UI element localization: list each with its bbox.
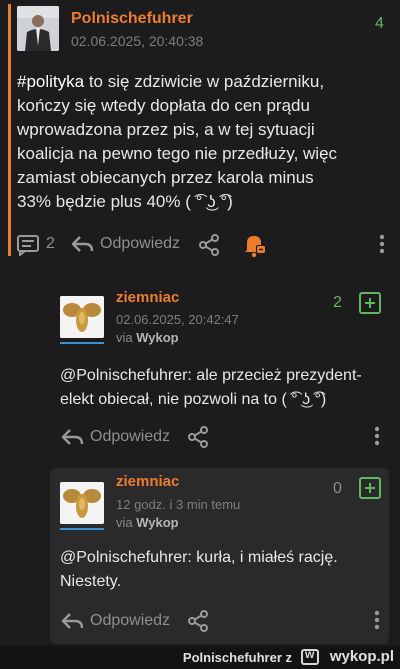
share-icon[interactable]: [186, 425, 210, 449]
post-body-line: kończy się wtedy dopłata do cen prądu: [17, 96, 310, 115]
more-vertical-icon[interactable]: [378, 234, 386, 254]
reply-author[interactable]: ziemniac: [116, 289, 179, 306]
post-author[interactable]: Polnischefuhrer: [71, 10, 193, 28]
reply-body: @Polnischefuhrer: ale przecież prezydent…: [60, 364, 390, 412]
author-avatar[interactable]: [17, 6, 59, 51]
share-icon[interactable]: [186, 609, 210, 633]
reply-body-line: elekt obiecał, nie pozwoli na to ( ͡° ͜ʖ…: [60, 391, 327, 408]
post-body: #polityka to się zdziwicie w październik…: [17, 70, 392, 214]
reply-body: @Polnischefuhrer: kurła, i miałeś rację.…: [60, 546, 385, 594]
more-vertical-icon[interactable]: [373, 426, 381, 446]
reply-comment-highlighted: ziemniac 12 godz. i 3 min temu via Wykop…: [50, 468, 389, 644]
reply-body-line: Niestety.: [60, 573, 122, 590]
reply-score: 0: [333, 480, 342, 497]
comment-count[interactable]: 2: [46, 235, 55, 253]
reply-author[interactable]: ziemniac: [116, 473, 179, 490]
main-post: Polnischefuhrer 02.06.2025, 20:40:38 4 #…: [0, 0, 400, 258]
reply-arrow-icon[interactable]: [60, 610, 84, 632]
reply-arrow-icon[interactable]: [60, 426, 84, 448]
footer-username: Polnischefuhrer z: [182, 650, 292, 665]
more-vertical-icon[interactable]: [373, 610, 381, 630]
reply-body-line: @Polnischefuhrer: ale przecież prezydent…: [60, 367, 362, 384]
upvote-plus-button[interactable]: [359, 477, 381, 499]
reply-avatar[interactable]: [60, 296, 104, 338]
reply-button[interactable]: Odpowiedz: [100, 235, 180, 253]
upvote-plus-button[interactable]: [359, 292, 381, 314]
post-body-line: #polityka to się zdziwicie w październik…: [17, 72, 325, 91]
reply-via: via Wykop: [116, 330, 179, 345]
reply-avatar[interactable]: [60, 482, 104, 524]
wykop-logo-icon: [301, 647, 319, 665]
footer-site: wykop.pl: [329, 648, 394, 665]
reply-button[interactable]: Odpowiedz: [90, 428, 170, 446]
reply-comment: ziemniac 02.06.2025, 20:42:47 via Wykop …: [0, 258, 400, 466]
share-icon[interactable]: [197, 233, 221, 257]
avatar-status-line: [60, 342, 104, 344]
post-date: 02.06.2025, 20:40:38: [71, 33, 204, 49]
post-score: 4: [375, 15, 384, 32]
reply-date: 12 godz. i 3 min temu: [116, 497, 241, 512]
bell-notification-icon[interactable]: [243, 232, 267, 258]
reply-date: 02.06.2025, 20:42:47: [116, 312, 239, 327]
avatar-status-line: [60, 528, 104, 530]
reply-body-line: @Polnischefuhrer: kurła, i miałeś rację.: [60, 549, 338, 566]
comments-icon[interactable]: [16, 234, 40, 256]
reply-score: 2: [333, 294, 342, 311]
post-body-line: 33% będzie plus 40% ( ͡° ͜ʖ ͡°): [17, 192, 233, 211]
reply-button[interactable]: Odpowiedz: [90, 612, 170, 630]
watermark-footer: Polnischefuhrer z wykop.pl: [0, 646, 400, 669]
reply-arrow-icon[interactable]: [70, 233, 94, 255]
tag-link[interactable]: #polityka: [17, 72, 84, 91]
post-body-line: wprowadzona przez pis, a w tej sytuacji: [17, 120, 315, 139]
post-body-line: zamiast obiecanych przez karola minus: [17, 168, 314, 187]
post-accent-bar: [8, 4, 11, 256]
post-body-line: koalicja na pewno tego nie przedłuży, wi…: [17, 144, 338, 163]
reply-via: via Wykop: [116, 515, 179, 530]
